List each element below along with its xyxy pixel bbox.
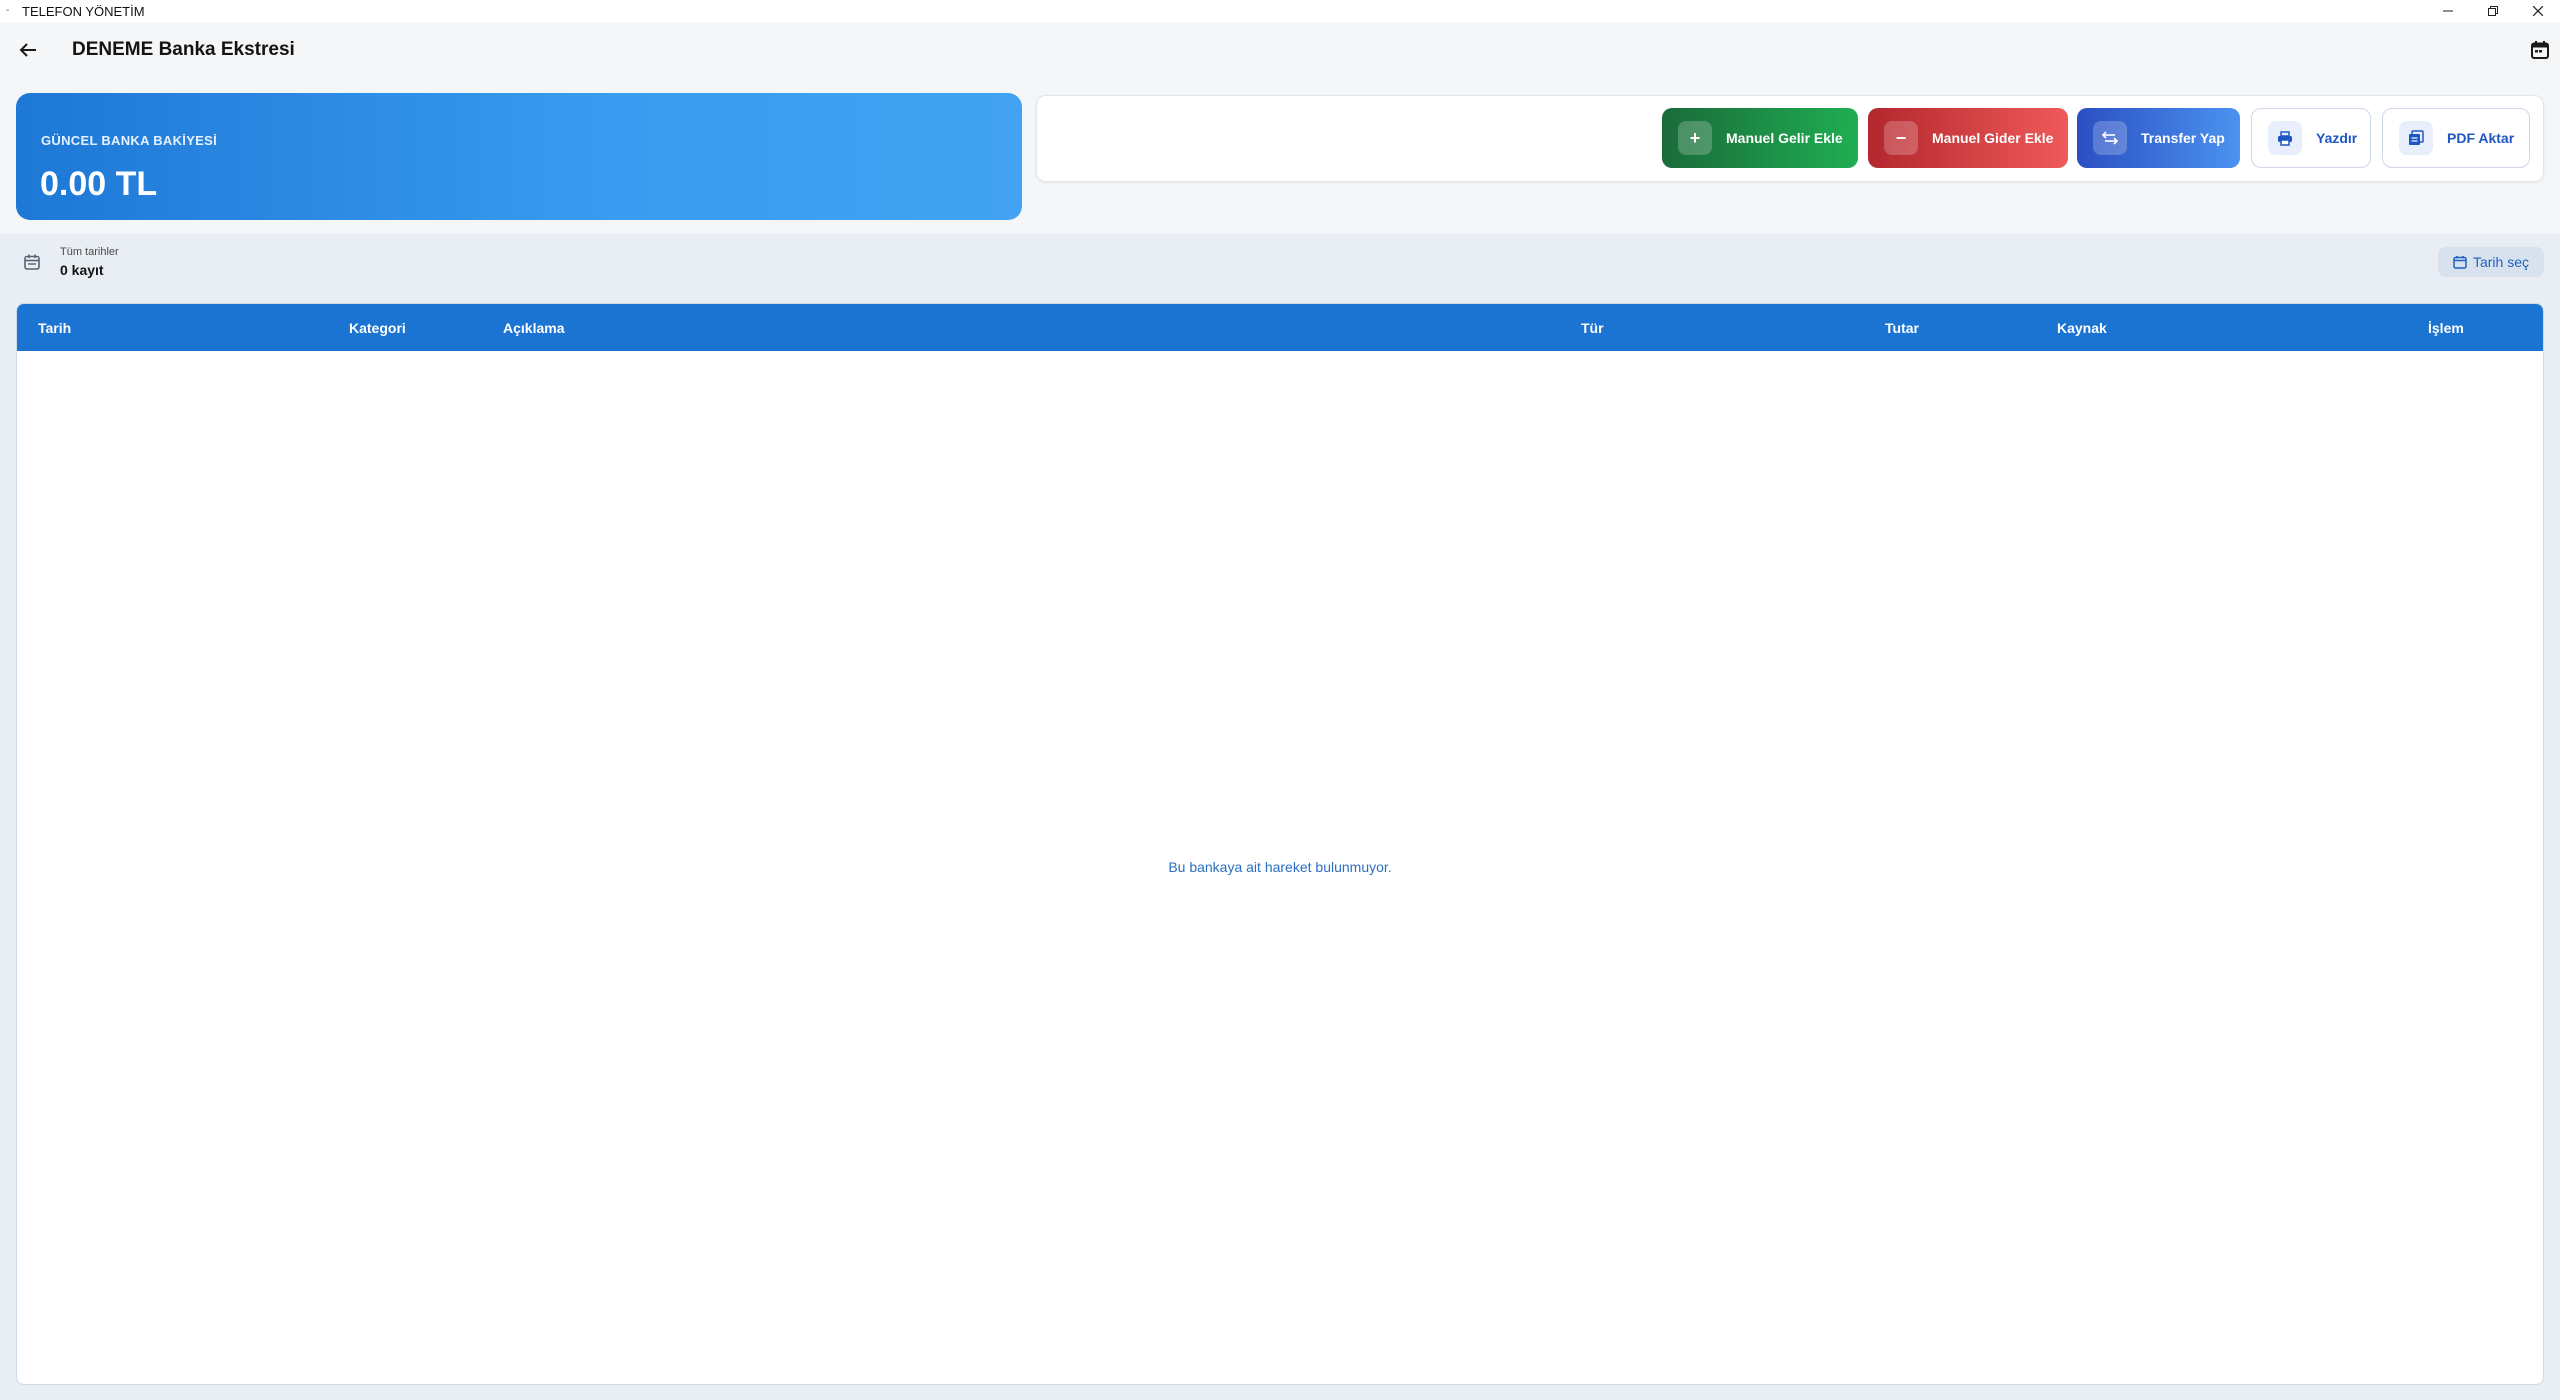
arrow-left-icon [19, 43, 36, 57]
balance-label: GÜNCEL BANKA BAKİYESİ [41, 133, 218, 148]
add-income-button[interactable]: + Manuel Gelir Ekle [1662, 108, 1858, 168]
calendar-button[interactable] [2526, 36, 2554, 64]
print-button[interactable]: Yazdır [2251, 108, 2371, 168]
transactions-table: Tarih Kategori Açıklama Tür Tutar Kaynak… [16, 303, 2544, 1385]
add-expense-label: Manuel Gider Ekle [1932, 130, 2054, 146]
date-range-label: Tüm tarihler [60, 246, 119, 258]
filter-row: Tüm tarihler 0 kayıt Tarih seç [0, 234, 2560, 300]
balance-value: 0.00 TL [40, 165, 158, 203]
actions-card: + Manuel Gelir Ekle − Manuel Gider Ekle … [1036, 95, 2544, 182]
column-header-type[interactable]: Tür [1581, 320, 1604, 336]
window-controls [2425, 0, 2560, 22]
plus-icon: + [1678, 121, 1712, 155]
add-income-label: Manuel Gelir Ekle [1726, 130, 1843, 146]
pdf-icon [2399, 121, 2433, 155]
pdf-export-button[interactable]: PDF Aktar [2382, 108, 2530, 168]
column-header-source[interactable]: Kaynak [2057, 320, 2107, 336]
column-header-description[interactable]: Açıklama [503, 320, 564, 336]
app-bar: DENEME Banka Ekstresi [0, 22, 2560, 78]
app-icon: - [6, 5, 10, 16]
calendar-icon [24, 254, 40, 270]
close-icon [2532, 6, 2543, 16]
summary-section: GÜNCEL BANKA BAKİYESİ 0.00 TL + Manuel G… [0, 78, 2560, 234]
printer-icon [2268, 121, 2302, 155]
minimize-icon [2442, 10, 2453, 12]
minimize-button[interactable] [2425, 0, 2470, 22]
empty-state-message: Bu bankaya ait hareket bulunmuyor. [1168, 859, 1392, 875]
page-title: DENEME Banka Ekstresi [72, 39, 295, 60]
swap-icon [2093, 121, 2127, 155]
minus-icon: − [1884, 121, 1918, 155]
print-label: Yazdır [2316, 130, 2358, 146]
calendar-icon [2453, 256, 2467, 269]
calendar-icon [2531, 41, 2549, 59]
select-date-label: Tarih seç [2472, 254, 2530, 270]
select-date-button[interactable]: Tarih seç [2438, 247, 2544, 277]
column-header-category[interactable]: Kategori [349, 320, 406, 336]
column-header-amount[interactable]: Tutar [1885, 320, 1919, 336]
window-title: TELEFON YÖNETİM [22, 3, 145, 19]
balance-card: GÜNCEL BANKA BAKİYESİ 0.00 TL [16, 93, 1022, 220]
record-count: 0 kayıt [60, 262, 104, 278]
transfer-button[interactable]: Transfer Yap [2077, 108, 2240, 168]
add-expense-button[interactable]: − Manuel Gider Ekle [1868, 108, 2068, 168]
transfer-label: Transfer Yap [2141, 130, 2225, 146]
back-button[interactable] [8, 30, 48, 70]
restore-icon [2487, 6, 2498, 16]
pdf-export-label: PDF Aktar [2447, 130, 2515, 146]
table-header: Tarih Kategori Açıklama Tür Tutar Kaynak… [17, 304, 2543, 351]
close-button[interactable] [2515, 0, 2560, 22]
restore-button[interactable] [2470, 0, 2515, 22]
column-header-date[interactable]: Tarih [38, 320, 71, 336]
window-titlebar: - TELEFON YÖNETİM [0, 0, 2560, 22]
column-header-action[interactable]: İşlem [2428, 320, 2464, 336]
